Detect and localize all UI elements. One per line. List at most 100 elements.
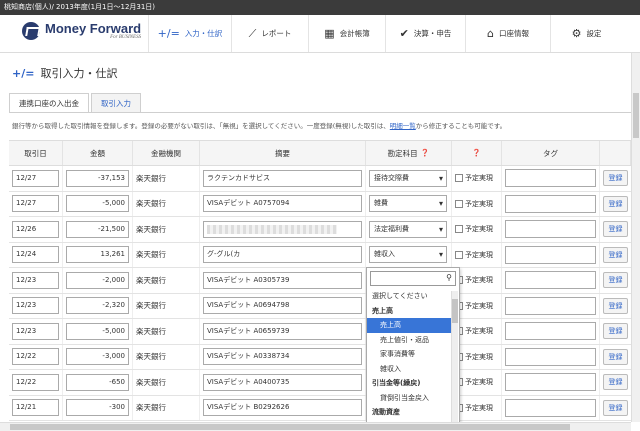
plan-label: 予定実現 bbox=[465, 250, 493, 259]
plan-checkbox[interactable] bbox=[455, 250, 463, 259]
dropdown-option[interactable]: 売上値引・返品 bbox=[367, 333, 453, 348]
register-button[interactable]: 登録 bbox=[603, 297, 628, 314]
register-button[interactable]: 登録 bbox=[603, 272, 628, 289]
tag-input[interactable] bbox=[505, 220, 596, 239]
table-row: 12/24 13,261 楽天銀行 グ-グル(カ 雑収入 予定実現 登録 bbox=[9, 242, 631, 268]
description-input[interactable]: VISAデビット A0757094 bbox=[203, 195, 362, 213]
amount-input[interactable]: -5,000 bbox=[66, 322, 129, 340]
page-vertical-scrollbar[interactable] bbox=[631, 53, 640, 422]
plan-checkbox[interactable] bbox=[455, 225, 463, 234]
description-input[interactable]: VISAデビット A0400735 bbox=[203, 373, 362, 391]
date-input[interactable]: 12/23 bbox=[12, 322, 59, 340]
dropdown-option[interactable]: 家事消費等 bbox=[367, 347, 453, 362]
amount-input[interactable]: -300 bbox=[66, 399, 129, 417]
dropdown-option[interactable]: 貸倒引当金戻入 bbox=[367, 391, 453, 406]
account-select[interactable]: 接待交際費 bbox=[369, 169, 447, 187]
date-input[interactable]: 12/26 bbox=[12, 220, 59, 238]
register-button[interactable]: 登録 bbox=[603, 374, 628, 391]
register-button[interactable]: 登録 bbox=[603, 195, 628, 212]
tag-input[interactable] bbox=[505, 398, 596, 417]
help-icon[interactable]: ❓ bbox=[472, 149, 481, 157]
tag-input[interactable] bbox=[505, 347, 596, 366]
nav-ledger[interactable]: ▦ 会計帳簿 bbox=[308, 15, 385, 52]
date-input[interactable]: 12/23 bbox=[12, 297, 59, 315]
bank-name: 楽天銀行 bbox=[136, 199, 166, 209]
tag-input[interactable] bbox=[505, 271, 596, 290]
tag-input[interactable] bbox=[505, 373, 596, 392]
date-input[interactable]: 12/27 bbox=[12, 169, 59, 187]
statement-list-link[interactable]: 明細一覧 bbox=[390, 122, 416, 130]
date-input[interactable]: 12/22 bbox=[12, 373, 59, 391]
page-scroll-thumb[interactable] bbox=[633, 93, 639, 138]
description-input[interactable]: ラクテンカドサビス bbox=[203, 169, 362, 187]
amount-input[interactable]: -650 bbox=[66, 373, 129, 391]
tag-input[interactable] bbox=[505, 245, 596, 264]
dropdown-scroll-thumb[interactable] bbox=[452, 299, 458, 323]
register-button[interactable]: 登録 bbox=[603, 170, 628, 187]
tag-input[interactable] bbox=[505, 296, 596, 315]
nav-settings[interactable]: ⚙ 設定 bbox=[550, 15, 622, 52]
description-input[interactable]: VISAデビット A0694798 bbox=[203, 297, 362, 315]
description-input[interactable]: VISAデビット A0305739 bbox=[203, 271, 362, 289]
brand-logo[interactable]: Money Forward For BUSINESS bbox=[22, 22, 141, 40]
gear-icon: ⚙ bbox=[571, 27, 582, 40]
table-row: 12/26 -21,500 楽天銀行 法定福利費 予定実現 登録 bbox=[9, 217, 631, 243]
table-row: 12/22 -3,000 楽天銀行 VISAデビット A0338734 予定実現… bbox=[9, 344, 631, 370]
register-button[interactable]: 登録 bbox=[603, 399, 628, 416]
bank-name: 楽天銀行 bbox=[136, 403, 166, 413]
description-input[interactable]: VISAデビット A0659739 bbox=[203, 322, 362, 340]
amount-input[interactable]: 13,261 bbox=[66, 246, 129, 264]
bank-name: 楽天銀行 bbox=[136, 301, 166, 311]
bank-name: 楽天銀行 bbox=[136, 250, 166, 260]
tag-input[interactable] bbox=[505, 169, 596, 188]
dropdown-scrollbar[interactable] bbox=[451, 291, 458, 425]
amount-input[interactable]: -21,500 bbox=[66, 220, 129, 238]
header-tag: タグ bbox=[502, 141, 600, 165]
date-input[interactable]: 12/21 bbox=[12, 399, 59, 417]
description-input[interactable]: VISAデビット B0292626 bbox=[203, 399, 362, 417]
dropdown-search-input[interactable]: ⚲ bbox=[370, 271, 456, 286]
notice-text: 銀行等から取得した取引情報を登録します。登録の必要がない取引は、「無視」を選択し… bbox=[12, 122, 507, 130]
nav-report[interactable]: ⟋ レポート bbox=[231, 15, 308, 52]
plan-checkbox[interactable] bbox=[455, 199, 463, 208]
nav-settlement[interactable]: ✔ 決算・申告 bbox=[385, 15, 465, 52]
description-input[interactable] bbox=[203, 220, 362, 238]
date-input[interactable]: 12/27 bbox=[12, 195, 59, 213]
amount-input[interactable]: -2,320 bbox=[66, 297, 129, 315]
description-input[interactable]: VISAデビット A0338734 bbox=[203, 348, 362, 366]
date-input[interactable]: 12/24 bbox=[12, 246, 59, 264]
register-button[interactable]: 登録 bbox=[603, 348, 628, 365]
dropdown-option[interactable]: 選択してください bbox=[367, 289, 453, 304]
nav-input-journal[interactable]: +/= 入力・仕訳 bbox=[148, 15, 231, 52]
dropdown-option[interactable]: 雑収入 bbox=[367, 362, 453, 377]
dropdown-option[interactable]: 売上高 bbox=[367, 318, 453, 333]
register-button[interactable]: 登録 bbox=[603, 221, 628, 238]
tag-input[interactable] bbox=[505, 322, 596, 341]
tag-input[interactable] bbox=[505, 194, 596, 213]
page-horizontal-scrollbar[interactable] bbox=[0, 422, 631, 431]
header-account: 勘定科目 ❓ bbox=[366, 141, 452, 165]
plan-checkbox[interactable] bbox=[455, 174, 463, 183]
amount-input[interactable]: -5,000 bbox=[66, 195, 129, 213]
account-dropdown[interactable]: ⚲ 選択してください 売上高 売上高 売上値引・返品 家事消費等 雑収入 引当金等(繰戻) 貸… bbox=[366, 267, 460, 427]
amount-input[interactable]: -3,000 bbox=[66, 348, 129, 366]
account-select[interactable]: 雑費 bbox=[369, 195, 447, 213]
amount-input[interactable]: -2,000 bbox=[66, 271, 129, 289]
nav-account-info[interactable]: ⌂ 口座情報 bbox=[465, 15, 550, 52]
plan-label: 予定実現 bbox=[465, 378, 493, 387]
account-select[interactable]: 法定福利費 bbox=[369, 220, 447, 238]
tab-linked-accounts[interactable]: 連携口座の入出金 bbox=[9, 93, 89, 113]
register-button[interactable]: 登録 bbox=[603, 323, 628, 340]
help-icon[interactable]: ❓ bbox=[421, 149, 430, 157]
description-input[interactable]: グ-グル(カ bbox=[203, 246, 362, 264]
account-select[interactable]: 雑収入 bbox=[369, 246, 447, 264]
tab-manual-entry[interactable]: 取引入力 bbox=[91, 93, 141, 113]
register-button[interactable]: 登録 bbox=[603, 246, 628, 263]
date-input[interactable]: 12/22 bbox=[12, 348, 59, 366]
plan-label: 予定実現 bbox=[465, 301, 493, 310]
amount-input[interactable]: -37,153 bbox=[66, 169, 129, 187]
page-hscroll-thumb[interactable] bbox=[10, 424, 570, 430]
date-input[interactable]: 12/23 bbox=[12, 271, 59, 289]
plan-label: 予定実現 bbox=[465, 352, 493, 361]
tab-bar: 連携口座の入出金 取引入力 bbox=[9, 93, 143, 113]
